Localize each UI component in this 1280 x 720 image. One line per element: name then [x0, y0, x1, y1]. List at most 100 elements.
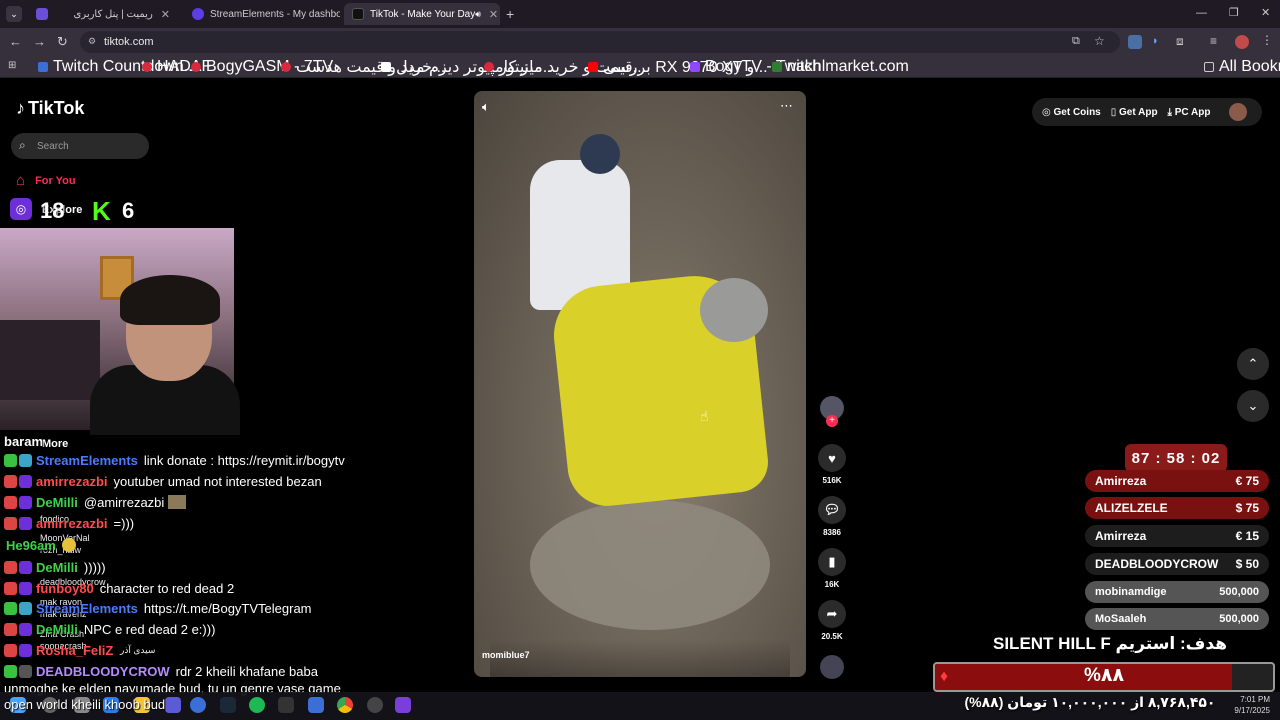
- bookmark-star-icon[interactable]: ☆: [1094, 34, 1105, 48]
- folder-icon: [1204, 62, 1214, 72]
- video-turtle: [530, 500, 770, 630]
- extension-audio-icon[interactable]: ◗: [1152, 35, 1159, 47]
- profile-avatar[interactable]: [1235, 35, 1249, 49]
- chat-username: baram: [4, 434, 44, 449]
- webcam-person-hair: [120, 275, 220, 325]
- badge-icon: [4, 561, 17, 574]
- minimize-button[interactable]: —: [1196, 7, 1207, 19]
- share-action[interactable]: ➦ 20.5K: [812, 600, 852, 641]
- chat-line: DeMilli))))): [4, 557, 414, 578]
- chat-name: amirrezazbi: [36, 516, 108, 531]
- restore-button[interactable]: ❐: [1229, 6, 1239, 19]
- close-icon[interactable]: ✕: [161, 8, 170, 21]
- streamelements-icon: [192, 8, 204, 20]
- user-avatar[interactable]: [1228, 103, 1247, 121]
- menu-icon[interactable]: ⋮: [1261, 33, 1273, 47]
- chat-line: He96am: [4, 535, 414, 556]
- get-app-label: Get App: [1119, 106, 1158, 118]
- comment-action[interactable]: 💬︎ 8386: [812, 496, 852, 537]
- new-tab-button[interactable]: +: [506, 6, 514, 22]
- forward-button[interactable]: →: [33, 34, 46, 49]
- chat-line: StreamElements https://t.me/BogyTVTelegra…: [4, 598, 414, 619]
- clock-time: 7:01 PM: [1240, 695, 1270, 704]
- badge-icon: [19, 644, 32, 657]
- get-coins-button[interactable]: ◎ Get Coins: [1042, 107, 1101, 118]
- bookmark-icon[interactable]: ▮: [818, 548, 846, 576]
- donation-amount: $ 75: [1235, 501, 1259, 515]
- apps-grid-icon[interactable]: ⊞: [8, 60, 16, 71]
- window-close-button[interactable]: ✕: [1261, 6, 1270, 19]
- heart-icon[interactable]: ♥: [818, 444, 846, 472]
- badge-icon: [19, 517, 32, 530]
- more-options-icon[interactable]: ⋯: [780, 98, 793, 114]
- pc-app-label: PC App: [1174, 106, 1211, 118]
- like-count: 516K: [822, 476, 842, 485]
- counter-right: 6: [122, 198, 135, 223]
- comment-icon[interactable]: 💬︎: [818, 496, 846, 524]
- nav-for-you[interactable]: ⌂ For You: [16, 172, 76, 189]
- get-app-button[interactable]: ▯ Get App: [1111, 107, 1158, 118]
- system-clock[interactable]: 7:01 PM 9/17/2025: [1200, 694, 1270, 716]
- tiktok-logo[interactable]: ♪ TikTok: [16, 98, 84, 119]
- address-bar[interactable]: ⚙ tiktok.com: [80, 31, 1120, 53]
- extensions-icon[interactable]: ⧈: [1176, 34, 1184, 49]
- mute-icon[interactable]: 🔈︎: [482, 99, 490, 115]
- chat-line: DeMilli @amirrezazbi: [4, 492, 414, 513]
- close-icon[interactable]: ✕: [489, 8, 498, 21]
- goal-percent: %۸۸: [1083, 665, 1125, 686]
- badge-icon: [19, 496, 32, 509]
- follow-button[interactable]: +: [826, 415, 838, 427]
- badge-icon: [19, 665, 32, 678]
- donor-name: DEADBLOODYCROW: [1095, 557, 1219, 571]
- save-action[interactable]: ▮ 16K: [812, 548, 852, 589]
- badge-icon: [4, 623, 17, 636]
- next-video-button[interactable]: ⌄: [1237, 390, 1269, 422]
- tiktok-icon: [352, 8, 364, 20]
- donation-amount: $ 50: [1235, 557, 1259, 571]
- cast-icon[interactable]: ⧉: [1072, 35, 1080, 48]
- site-info-icon[interactable]: ⚙: [88, 36, 96, 47]
- donation-row: DEADBLOODYCROW $ 50: [1085, 553, 1269, 575]
- pc-app-button[interactable]: ⤓ PC App: [1168, 107, 1211, 118]
- reymit-icon: [36, 8, 48, 20]
- extension-icon[interactable]: [1128, 35, 1142, 49]
- bookmark-item[interactable]: nakhlmarket.com: [772, 58, 909, 75]
- badge-icon: [19, 454, 32, 467]
- search-input[interactable]: ⌕ Search: [11, 133, 149, 159]
- bookmark-icon: [38, 62, 48, 72]
- chat-message: ))))): [83, 560, 106, 575]
- tab-reymit[interactable]: ریمیت | پنل کاربری ✕: [28, 3, 178, 25]
- webcam-monitor: [0, 320, 100, 400]
- goal-amount-text: ۸,۷۶۸,۴۵۰ از ۱۰,۰۰۰,۰۰۰ تومان (۸۸%): [964, 694, 1216, 710]
- video-username[interactable]: momiblue7: [482, 650, 530, 660]
- badge-icon: [4, 644, 17, 657]
- like-action[interactable]: ♥ 516K: [812, 444, 852, 485]
- donation-row: Amirreza € 75: [1085, 470, 1269, 492]
- share-icon[interactable]: ➦: [818, 600, 846, 628]
- tab-search-button[interactable]: ⌄: [6, 6, 22, 22]
- badge-icon: [4, 475, 17, 488]
- chat-message: youtuber umad not interested bezan: [113, 474, 322, 489]
- chat-message: =))): [113, 516, 135, 531]
- all-bookmarks[interactable]: All Bookmarks: [1204, 58, 1280, 75]
- reload-button[interactable]: ↻: [57, 34, 68, 50]
- youtube-icon: [588, 62, 598, 72]
- donor-name: mobinamdige: [1095, 586, 1167, 598]
- tab-tiktok[interactable]: TikTok - Make Your Day 🔊︎ ✕: [344, 3, 500, 25]
- chat-line: amirrezazbi =))): [4, 513, 414, 534]
- chat-name: funboy80: [36, 581, 94, 596]
- address-text: tiktok.com: [104, 36, 154, 48]
- badge-icon: [4, 602, 17, 615]
- music-disc-icon[interactable]: [820, 655, 844, 679]
- tab-streamelements[interactable]: StreamElements - My dashboard ✕: [184, 3, 340, 25]
- chat-line: amirrezazbi youtuber umad not interested …: [4, 471, 414, 492]
- chat-message: character to red dead 2: [99, 581, 235, 596]
- back-button[interactable]: ←: [9, 34, 22, 49]
- donation-amount: 500,000: [1219, 586, 1259, 598]
- previous-video-button[interactable]: ⌃: [1237, 348, 1269, 380]
- reading-list-icon[interactable]: ≡: [1210, 34, 1217, 48]
- chat-line: Rosha_FeliZ: [4, 640, 414, 661]
- speaker-icon[interactable]: 🔊︎: [475, 9, 481, 20]
- compass-icon: ◎: [10, 198, 32, 220]
- search-placeholder: Search: [37, 140, 69, 152]
